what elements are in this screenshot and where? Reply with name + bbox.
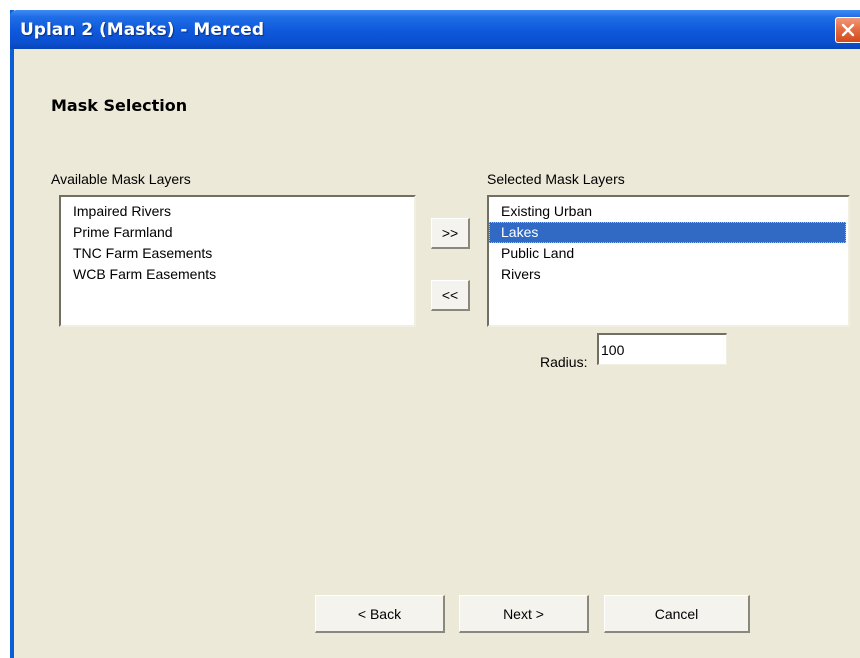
page-title: Mask Selection: [51, 96, 188, 115]
cancel-button[interactable]: Cancel: [604, 595, 750, 633]
selected-layers-list[interactable]: Existing Urban Lakes Public Land Rivers: [487, 195, 850, 327]
list-item[interactable]: Impaired Rivers: [61, 201, 414, 222]
radius-label: Radius:: [540, 354, 588, 370]
list-item[interactable]: Existing Urban: [489, 201, 848, 222]
radius-input[interactable]: [597, 333, 727, 365]
list-item[interactable]: Prime Farmland: [61, 222, 414, 243]
available-layers-label: Available Mask Layers: [51, 171, 191, 187]
list-item[interactable]: WCB Farm Easements: [61, 264, 414, 285]
list-item[interactable]: Rivers: [489, 264, 848, 285]
next-button[interactable]: Next >: [459, 595, 589, 633]
list-item[interactable]: TNC Farm Easements: [61, 243, 414, 264]
close-x-icon: [841, 23, 855, 37]
selected-layers-label: Selected Mask Layers: [487, 171, 625, 187]
dialog-window: Uplan 2 (Masks) - Merced Mask Selection …: [10, 10, 860, 658]
close-button[interactable]: [835, 17, 860, 43]
available-layers-list[interactable]: Impaired Rivers Prime Farmland TNC Farm …: [59, 195, 416, 327]
list-item[interactable]: Public Land: [489, 243, 848, 264]
remove-layer-button[interactable]: <<: [431, 280, 470, 311]
add-layer-button[interactable]: >>: [431, 218, 470, 249]
window-title: Uplan 2 (Masks) - Merced: [20, 20, 265, 40]
dialog-body: Mask Selection Available Mask Layers Sel…: [14, 49, 860, 658]
list-item-selected[interactable]: Lakes: [489, 222, 846, 243]
back-button[interactable]: < Back: [315, 595, 445, 633]
title-bar[interactable]: Uplan 2 (Masks) - Merced: [10, 10, 860, 49]
